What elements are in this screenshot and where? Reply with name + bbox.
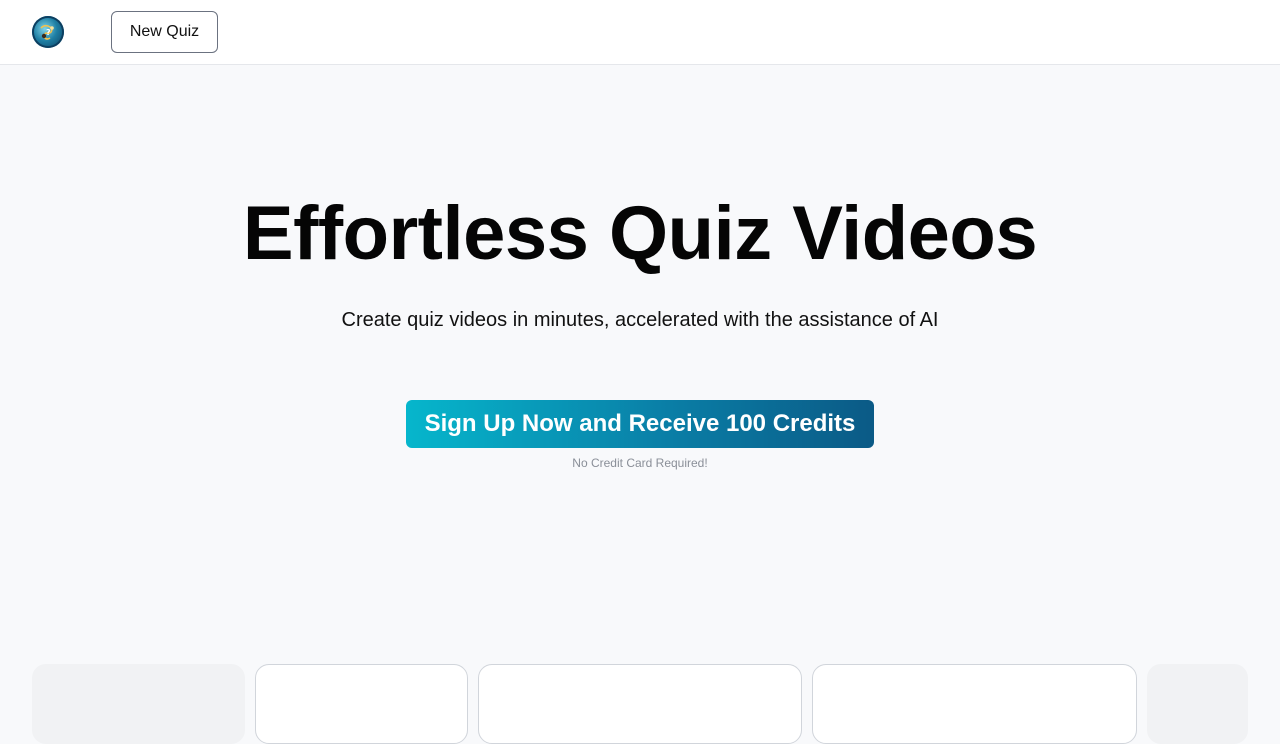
no-credit-card-note: No Credit Card Required!	[572, 456, 708, 470]
new-quiz-button[interactable]: New Quiz	[111, 11, 218, 53]
sign-up-cta-button[interactable]: Sign Up Now and Receive 100 Credits	[406, 400, 874, 448]
carousel-card[interactable]	[478, 664, 802, 744]
hero-title: Effortless Quiz Videos	[242, 191, 1038, 276]
hero-subtitle: Create quiz videos in minutes, accelerat…	[341, 309, 939, 331]
logo-icon[interactable]: ?	[32, 16, 64, 48]
top-navigation-bar: ? New Quiz	[0, 0, 1280, 65]
carousel-card[interactable]	[1147, 664, 1248, 744]
carousel-card[interactable]	[255, 664, 468, 744]
svg-text:?: ?	[46, 28, 51, 37]
carousel-card[interactable]	[32, 664, 245, 744]
carousel-card[interactable]	[812, 664, 1137, 744]
globe-icon: ?	[32, 16, 64, 48]
